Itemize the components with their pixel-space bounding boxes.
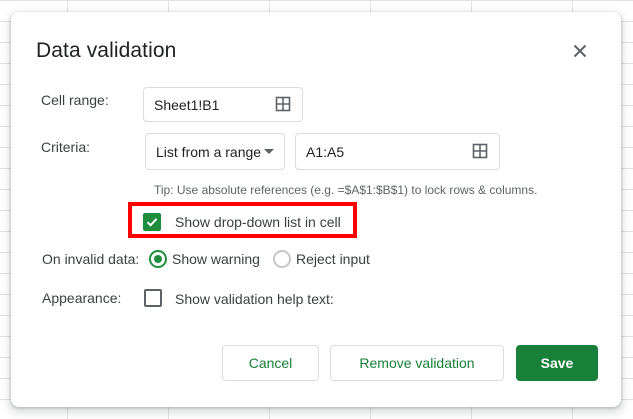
criteria-tip: Tip: Use absolute references (e.g. =$A$1… bbox=[154, 183, 538, 197]
criteria-label: Criteria: bbox=[41, 139, 91, 155]
help-text-label: Show validation help text: bbox=[175, 291, 334, 307]
checkmark-icon bbox=[146, 218, 158, 227]
grid-select-icon[interactable] bbox=[472, 143, 488, 159]
data-validation-dialog: Data validation Cell range: Sheet1!B1 Cr… bbox=[11, 12, 621, 407]
show-dropdown-label: Show drop-down list in cell bbox=[175, 214, 341, 230]
show-warning-label: Show warning bbox=[172, 251, 260, 267]
criteria-range-value: A1:A5 bbox=[306, 144, 345, 160]
criteria-range-input[interactable]: A1:A5 bbox=[295, 133, 500, 170]
show-dropdown-checkbox[interactable] bbox=[143, 213, 161, 231]
help-text-checkbox[interactable] bbox=[144, 289, 162, 307]
cell-range-value: Sheet1!B1 bbox=[154, 97, 220, 113]
show-warning-radio[interactable] bbox=[149, 250, 167, 268]
grid-select-icon[interactable] bbox=[275, 96, 291, 112]
reject-input-label: Reject input bbox=[296, 251, 370, 267]
on-invalid-label: On invalid data: bbox=[42, 251, 140, 267]
criteria-type-dropdown[interactable]: List from a range bbox=[145, 133, 285, 170]
criteria-type-value: List from a range bbox=[156, 144, 262, 160]
dropdown-caret-icon bbox=[264, 149, 274, 154]
appearance-label: Appearance: bbox=[42, 290, 122, 306]
cancel-button[interactable]: Cancel bbox=[222, 345, 319, 381]
reject-input-radio[interactable] bbox=[273, 250, 291, 268]
cell-range-label: Cell range: bbox=[41, 92, 109, 108]
cell-range-input[interactable]: Sheet1!B1 bbox=[143, 87, 303, 122]
remove-validation-button[interactable]: Remove validation bbox=[330, 345, 504, 381]
close-button[interactable] bbox=[568, 39, 592, 63]
save-button[interactable]: Save bbox=[516, 345, 598, 381]
dialog-title: Data validation bbox=[36, 39, 177, 62]
close-icon bbox=[573, 44, 587, 58]
